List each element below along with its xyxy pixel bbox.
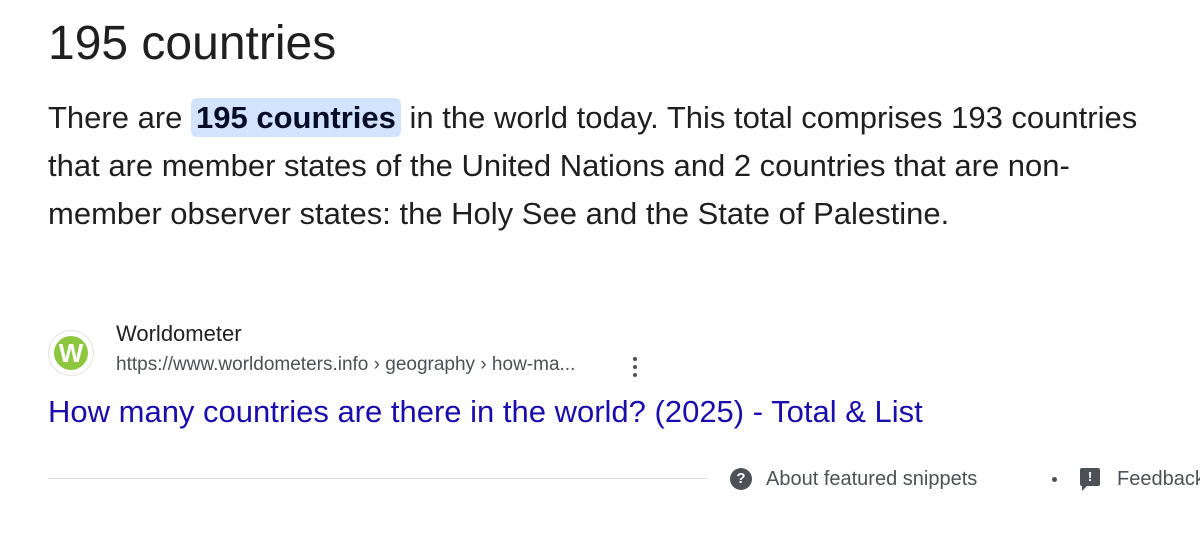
site-name[interactable]: Worldometer	[116, 320, 242, 348]
dot	[633, 357, 637, 361]
answer-title: 195 countries	[48, 17, 337, 70]
about-featured-snippets-label: About featured snippets	[766, 468, 978, 490]
feedback-label: Feedback	[1117, 468, 1200, 490]
dot	[633, 365, 637, 369]
result-title-link[interactable]: How many countries are there in the worl…	[48, 392, 923, 432]
worldometer-logo-icon: W	[54, 336, 88, 370]
feedback-icon: !	[1080, 468, 1100, 491]
featured-snippet: 195 countries There are 195 countries in…	[48, 0, 1200, 535]
separator-dot	[1052, 477, 1057, 482]
vertical-dots-icon[interactable]	[626, 354, 644, 380]
source-attribution[interactable]: W Worldometer https://www.worldometers.i…	[48, 318, 748, 378]
site-favicon[interactable]: W	[48, 330, 94, 376]
site-url[interactable]: https://www.worldometers.info › geograph…	[116, 352, 575, 378]
answer-highlight: 195 countries	[191, 98, 401, 137]
dot	[633, 373, 637, 377]
answer-text: There are 195 countries in the world tod…	[48, 94, 1148, 238]
answer-text-before: There are	[48, 100, 192, 135]
divider	[48, 478, 708, 479]
help-circle-icon: ?	[730, 468, 752, 490]
